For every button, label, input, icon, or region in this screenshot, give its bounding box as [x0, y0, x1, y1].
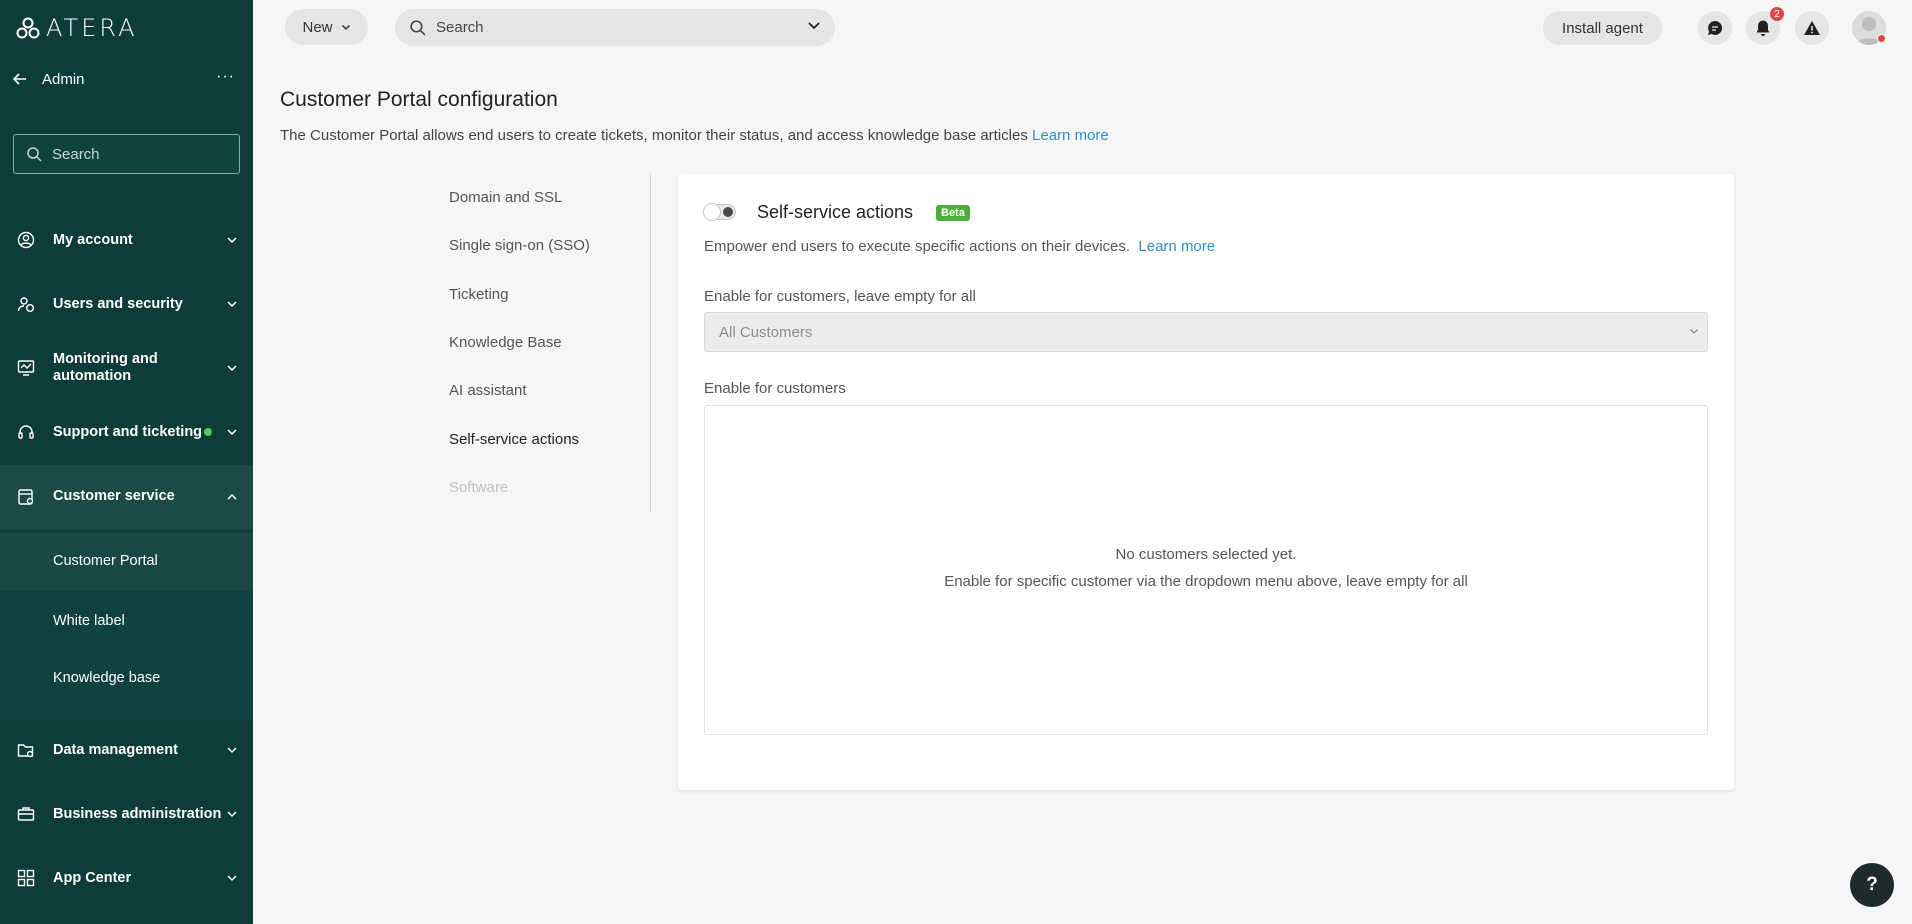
new-button[interactable]: New	[285, 9, 368, 45]
bell-icon	[1756, 20, 1770, 36]
sidebar-item-app-center[interactable]: App Center	[0, 866, 253, 890]
chevron-up-icon	[227, 493, 237, 500]
sidebar-item-label: Support and ticketing	[53, 424, 203, 440]
sidebar-search-placeholder: Search	[52, 145, 100, 163]
customer-service-icon	[18, 489, 34, 505]
global-search-input[interactable]: Search	[395, 9, 835, 46]
customers-list: No customers selected yet. Enable for sp…	[704, 405, 1708, 735]
toggle-knob	[703, 203, 721, 221]
toggle-indicator	[723, 207, 733, 217]
self-service-actions-card: Self-service actions Beta Empower end us…	[678, 174, 1734, 790]
sidebar-item-label: Business administration	[53, 806, 222, 822]
logo-mark-icon	[16, 17, 40, 39]
alerts-button[interactable]	[1795, 11, 1829, 45]
chevron-down-icon	[227, 875, 237, 882]
install-agent-label: Install agent	[1562, 19, 1643, 37]
back-arrow-icon[interactable]	[12, 71, 28, 87]
sidebar-item-data-management[interactable]: Data management	[0, 738, 253, 762]
beta-badge: Beta	[936, 205, 970, 221]
nav-domain-ssl[interactable]: Domain and SSL	[449, 189, 562, 206]
sidebar-item-label: Users and security	[53, 296, 183, 312]
briefcase-icon	[17, 807, 35, 821]
customers-select[interactable]: All Customers	[704, 312, 1708, 352]
logo-text: ATERA	[46, 14, 138, 42]
chevron-down-icon	[227, 429, 237, 436]
empty-state-hint: Enable for specific customer via the dro…	[944, 573, 1468, 590]
sidebar-search-input[interactable]: Search	[13, 134, 240, 174]
sidebar-item-my-account[interactable]: My account	[0, 228, 253, 252]
card-learn-more-link[interactable]: Learn more	[1138, 238, 1215, 255]
chat-button[interactable]	[1698, 11, 1732, 45]
sidebar-item-customer-service[interactable]: Customer service	[0, 465, 253, 529]
empty-state-title: No customers selected yet.	[1115, 546, 1297, 563]
customers-select-label: Enable for customers, leave empty for al…	[704, 288, 976, 305]
sidebar-subitem-label: Knowledge base	[53, 670, 161, 686]
sidebar-subitem-label: Customer Portal	[53, 553, 158, 569]
sidebar-item-support-ticketing[interactable]: Support and ticketing	[0, 420, 253, 444]
search-icon	[27, 147, 42, 162]
card-description-text: Empower end users to execute specific ac…	[704, 238, 1131, 255]
customers-list-label: Enable for customers	[704, 380, 846, 397]
customers-select-value: All Customers	[719, 323, 813, 341]
sidebar-subitem-label: White label	[53, 613, 125, 629]
more-options-icon[interactable]: ···	[216, 68, 235, 86]
page-description: The Customer Portal allows end users to …	[280, 127, 1109, 144]
admin-label: Admin	[42, 71, 85, 88]
sidebar-item-label-wrap: Support and ticketing	[53, 424, 213, 441]
avatar-status-dot	[1877, 34, 1886, 43]
card-title: Self-service actions	[757, 202, 914, 222]
nav-software: Software	[449, 479, 509, 496]
nav-sso[interactable]: Single sign-on (SSO)	[449, 237, 590, 254]
search-icon	[410, 20, 426, 36]
nav-ai-assistant[interactable]: AI assistant	[449, 382, 527, 399]
chevron-down-icon	[227, 747, 237, 754]
sidebar-subitem-knowledge-base[interactable]: Knowledge base	[0, 650, 253, 708]
sidebar-item-monitoring[interactable]: Monitoring and automation	[0, 350, 253, 386]
install-agent-button[interactable]: Install agent	[1543, 11, 1662, 45]
status-dot	[204, 428, 213, 437]
folder-gear-icon	[17, 744, 34, 758]
sidebar-subitem-white-label[interactable]: White label	[0, 593, 253, 651]
sidebar-item-label: My account	[53, 232, 133, 248]
page-title: Customer Portal configuration	[280, 88, 558, 111]
customer-service-submenu: Customer Portal White label Knowledge ba…	[0, 529, 253, 719]
learn-more-link[interactable]: Learn more	[1032, 127, 1109, 144]
chevron-down-icon	[227, 811, 237, 818]
warning-icon	[1804, 21, 1820, 35]
chevron-down-icon	[227, 365, 237, 372]
chevron-down-icon	[227, 237, 237, 244]
self-service-toggle[interactable]	[703, 203, 736, 221]
sidebar-item-label: Data management	[53, 742, 178, 758]
nav-ticketing[interactable]: Ticketing	[449, 286, 508, 303]
user-circle-icon	[17, 231, 35, 249]
sidebar-subitem-customer-portal[interactable]: Customer Portal	[0, 533, 253, 591]
sidebar-item-business-admin[interactable]: Business administration	[0, 802, 253, 826]
chat-icon	[1708, 20, 1723, 35]
sidebar-item-label: Monitoring and automation	[53, 351, 158, 384]
users-security-icon	[17, 297, 34, 312]
nav-self-service-actions[interactable]: Self-service actions	[449, 431, 579, 448]
sidebar-item-label: App Center	[53, 870, 132, 886]
page-description-text: The Customer Portal allows end users to …	[280, 127, 1028, 144]
help-button[interactable]: ?	[1850, 863, 1894, 907]
monitor-icon	[17, 360, 35, 376]
chevron-down-icon	[227, 301, 237, 308]
new-button-label: New	[302, 18, 333, 36]
chevron-down-icon[interactable]	[807, 21, 821, 30]
chevron-down-icon	[1690, 329, 1698, 334]
global-search-placeholder: Search	[436, 19, 484, 36]
card-description: Empower end users to execute specific ac…	[704, 238, 1215, 255]
nav-divider	[650, 174, 651, 512]
headset-icon	[18, 425, 34, 439]
chevron-down-icon	[341, 24, 350, 30]
sidebar-item-label: Customer service	[53, 488, 175, 504]
apps-icon	[17, 869, 35, 887]
sidebar-item-users-security[interactable]: Users and security	[0, 292, 253, 316]
admin-header: Admin ···	[0, 66, 253, 94]
nav-knowledge-base[interactable]: Knowledge Base	[449, 334, 562, 351]
notifications-badge: 2	[1770, 7, 1784, 21]
atera-logo[interactable]: ATERA	[16, 14, 138, 42]
sidebar: ATERA Admin ··· Search My account Users …	[0, 0, 253, 924]
